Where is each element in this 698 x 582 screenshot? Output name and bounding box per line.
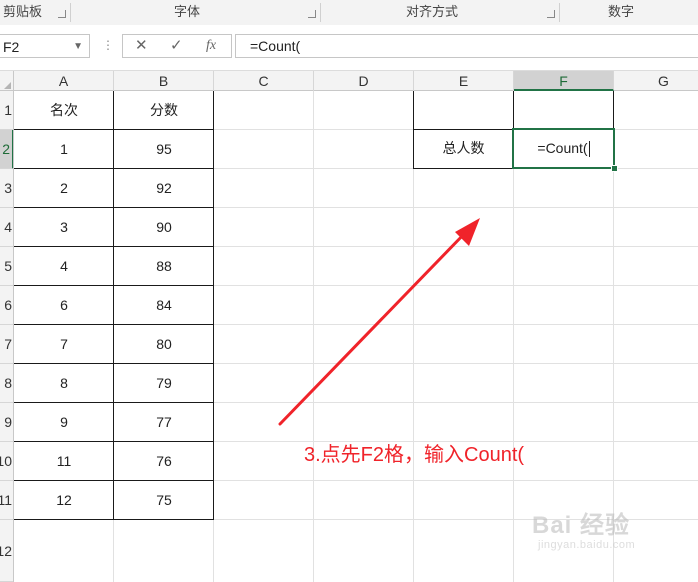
watermark-logo: Bai 经验 — [532, 512, 631, 539]
annotation-text: 3.点先F2格，输入Count( — [304, 444, 525, 466]
baidu-jingyan-watermark: Bai 经验 jingyan.baidu.com — [532, 505, 692, 565]
watermark-url: jingyan.baidu.com — [538, 539, 636, 551]
annotation-arrow — [278, 218, 480, 426]
